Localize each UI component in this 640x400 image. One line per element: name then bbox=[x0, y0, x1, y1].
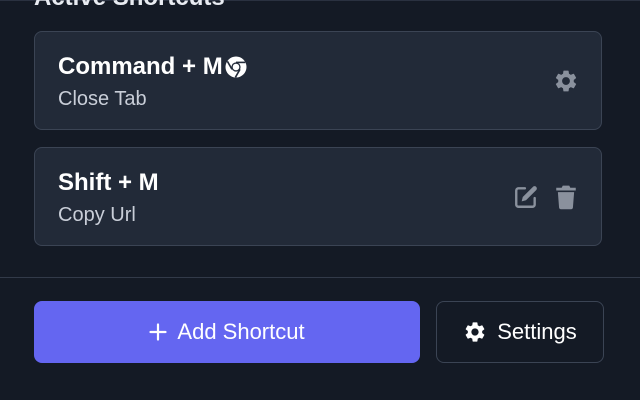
card-actions bbox=[513, 148, 579, 245]
shortcut-keys-row: Shift + M bbox=[58, 169, 159, 197]
chrome-icon bbox=[224, 55, 248, 79]
gear-icon[interactable] bbox=[553, 68, 579, 94]
trash-icon[interactable] bbox=[553, 184, 579, 210]
gear-icon bbox=[463, 320, 487, 344]
shortcut-action: Copy Url bbox=[58, 204, 136, 226]
add-shortcut-button[interactable]: Add Shortcut bbox=[34, 301, 420, 363]
shortcut-card[interactable]: Command + M Close Tab bbox=[34, 31, 602, 130]
edit-icon[interactable] bbox=[513, 184, 539, 210]
footer-divider bbox=[0, 277, 640, 278]
settings-label: Settings bbox=[497, 319, 577, 344]
shortcut-keys: Command + M bbox=[58, 53, 223, 80]
shortcut-card[interactable]: Shift + M Copy Url bbox=[34, 147, 602, 246]
settings-button[interactable]: Settings bbox=[436, 301, 604, 363]
shortcuts-panel: Active Shortcuts Command + M Close Tab bbox=[0, 0, 640, 400]
card-actions bbox=[553, 32, 579, 129]
plus-icon bbox=[149, 323, 168, 341]
add-shortcut-label: Add Shortcut bbox=[177, 319, 305, 344]
section-title: Active Shortcuts bbox=[34, 0, 225, 12]
shortcut-action: Close Tab bbox=[58, 88, 147, 110]
shortcut-keys: Shift + M bbox=[58, 169, 159, 196]
shortcut-keys-row: Command + M bbox=[58, 53, 248, 81]
